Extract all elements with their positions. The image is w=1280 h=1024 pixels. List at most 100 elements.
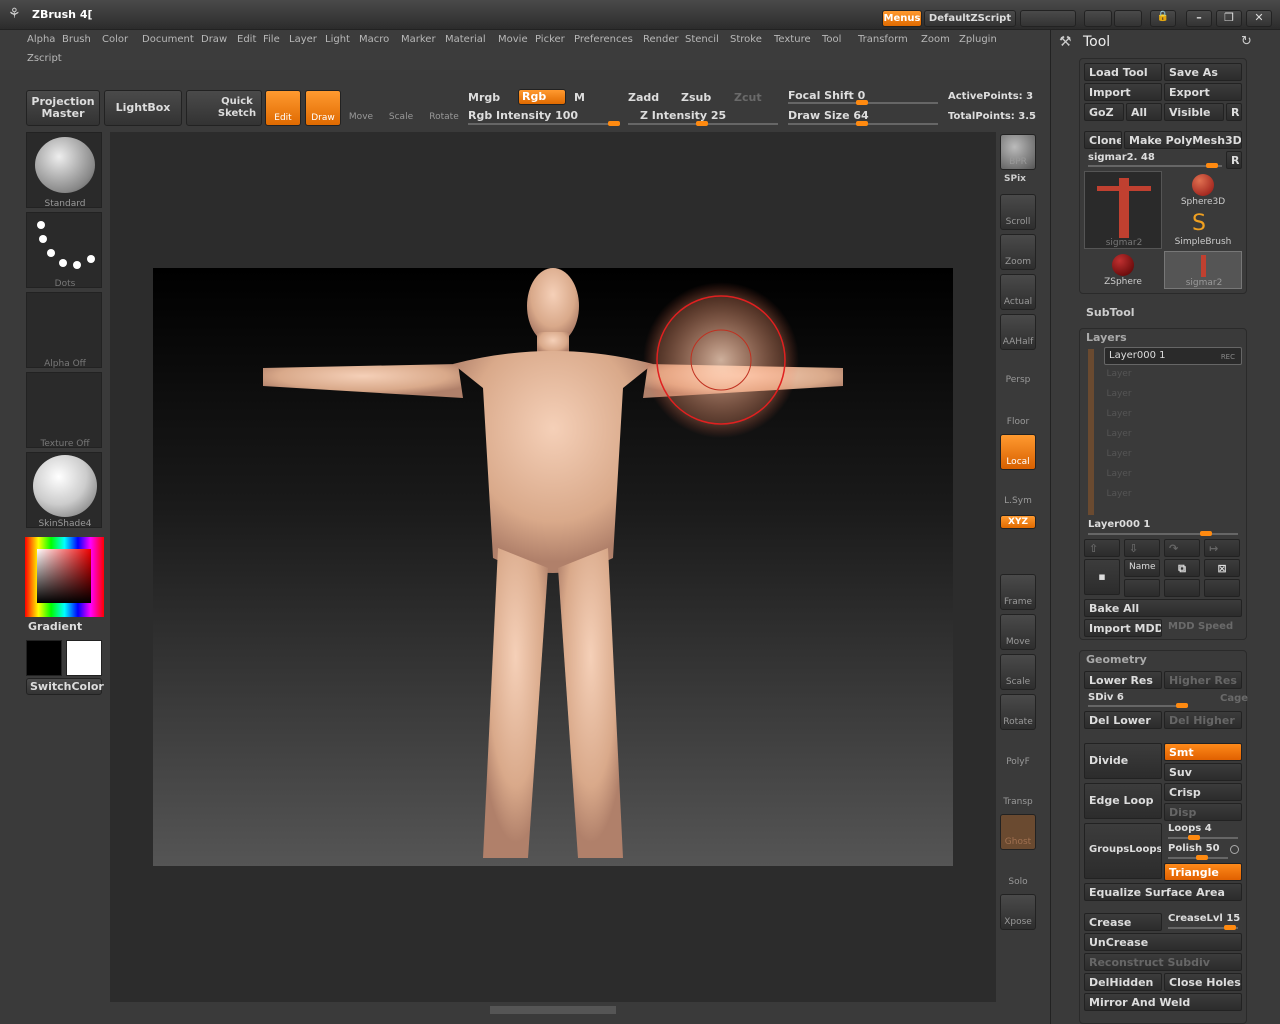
focal-shift-slider[interactable]: Focal Shift 0 bbox=[788, 89, 865, 102]
frame-button[interactable]: Frame bbox=[1000, 574, 1036, 610]
menu-stroke[interactable]: Stroke bbox=[727, 33, 765, 46]
z-intensity-knob[interactable] bbox=[696, 121, 708, 126]
zoom-button[interactable]: Zoom bbox=[1000, 234, 1036, 270]
tool-thumb-sphere3d[interactable]: Sphere3D bbox=[1164, 171, 1242, 209]
move-view-button[interactable]: Move bbox=[1000, 614, 1036, 650]
menu-stencil[interactable]: Stencil bbox=[682, 33, 722, 46]
clone-button[interactable]: Clone bbox=[1084, 131, 1122, 149]
del-lower-button[interactable]: Del Lower bbox=[1084, 711, 1162, 729]
menu-zscript[interactable]: Zscript bbox=[24, 52, 65, 65]
scale-view-button[interactable]: Scale bbox=[1000, 654, 1036, 690]
layer-up-button[interactable]: ⇧ bbox=[1084, 539, 1120, 557]
menu-zoom[interactable]: Zoom bbox=[918, 33, 953, 46]
brush-selector[interactable]: Standard bbox=[26, 132, 102, 209]
scale-button[interactable]: Scale bbox=[386, 94, 416, 126]
viewport[interactable] bbox=[153, 268, 953, 866]
polish-slider[interactable]: Polish 50 bbox=[1168, 843, 1220, 854]
menu-transform[interactable]: Transform bbox=[855, 33, 911, 46]
draw-size-slider[interactable]: Draw Size 64 bbox=[788, 109, 869, 122]
xyz-button[interactable]: XYZ bbox=[1000, 515, 1036, 529]
export-button[interactable]: Export bbox=[1164, 83, 1242, 101]
lock-icon[interactable]: 🔒 bbox=[1150, 10, 1176, 27]
sigmar-track[interactable] bbox=[1088, 163, 1222, 168]
del-higher-button[interactable]: Del Higher bbox=[1164, 711, 1242, 729]
higher-res-button[interactable]: Higher Res bbox=[1164, 671, 1242, 689]
geometry-header[interactable]: Geometry bbox=[1086, 653, 1147, 666]
layer-slot-1[interactable]: Layer bbox=[1104, 369, 1134, 379]
lightbox-button[interactable]: LightBox bbox=[104, 90, 182, 126]
rgb-intensity-knob[interactable] bbox=[608, 121, 620, 126]
layer-slot-3[interactable]: Layer bbox=[1104, 409, 1134, 419]
spix-slider[interactable]: SPix bbox=[1000, 174, 1030, 184]
visible-button[interactable]: Visible bbox=[1164, 103, 1224, 121]
menu-material[interactable]: Material bbox=[442, 33, 489, 46]
layer-copy-button[interactable]: ⧉ bbox=[1164, 559, 1200, 577]
crisp-toggle[interactable]: Crisp bbox=[1164, 783, 1242, 801]
zcut-toggle[interactable]: Zcut bbox=[734, 91, 762, 104]
layout-icon[interactable] bbox=[1084, 10, 1112, 27]
uncrease-button[interactable]: UnCrease bbox=[1084, 933, 1242, 951]
aahalf-button[interactable]: AAHalf bbox=[1000, 314, 1036, 350]
suv-toggle[interactable]: Suv bbox=[1164, 763, 1242, 781]
material-selector[interactable]: SkinShade4 bbox=[26, 452, 102, 529]
menu-light[interactable]: Light bbox=[322, 33, 353, 46]
delhidden-button[interactable]: DelHidden bbox=[1084, 973, 1162, 991]
draw-button[interactable]: Draw bbox=[305, 90, 341, 126]
menu-macro[interactable]: Macro bbox=[356, 33, 392, 46]
menu-render[interactable]: Render bbox=[640, 33, 682, 46]
sigmar-slider[interactable]: sigmar2. 48 bbox=[1088, 152, 1155, 163]
bake-all-button[interactable]: Bake All bbox=[1084, 599, 1242, 617]
save-as-button[interactable]: Save As bbox=[1164, 63, 1242, 81]
equalize-surface-area-button[interactable]: Equalize Surface Area bbox=[1084, 883, 1242, 901]
layer-split-button[interactable]: ↦ bbox=[1204, 539, 1240, 557]
layer-slot-2[interactable]: Layer bbox=[1104, 389, 1134, 399]
layer-merge-button[interactable] bbox=[1164, 579, 1200, 597]
cage-button[interactable]: Cage bbox=[1220, 693, 1248, 704]
edit-button[interactable]: Edit bbox=[265, 90, 301, 126]
menus-button[interactable]: Menus bbox=[882, 10, 922, 27]
alpha-selector[interactable]: Alpha Off bbox=[26, 292, 102, 369]
default-zscript-button[interactable]: DefaultZScript bbox=[924, 10, 1016, 27]
draw-size-knob[interactable] bbox=[856, 121, 868, 126]
solo-button[interactable]: Solo bbox=[1000, 854, 1036, 890]
creaselvl-knob[interactable] bbox=[1224, 925, 1236, 930]
floor-button[interactable]: Floor bbox=[1000, 394, 1036, 430]
menu-color[interactable]: Color bbox=[99, 33, 131, 46]
projection-master-button[interactable]: Projection Master bbox=[26, 90, 100, 126]
persp-button[interactable]: Persp bbox=[1000, 354, 1036, 390]
all-button[interactable]: All bbox=[1126, 103, 1162, 121]
stroke-selector[interactable]: Dots bbox=[26, 212, 102, 289]
layer-insert-button[interactable] bbox=[1124, 579, 1160, 597]
ghost-button[interactable]: Ghost bbox=[1000, 814, 1036, 850]
layer-slot-7[interactable]: Layer bbox=[1104, 489, 1134, 499]
bpr-button[interactable]: BPR bbox=[1000, 134, 1036, 170]
polyf-button[interactable]: PolyF bbox=[1000, 734, 1036, 770]
disp-slider[interactable]: Disp bbox=[1164, 803, 1242, 821]
polish-track[interactable] bbox=[1168, 855, 1228, 860]
polish-toggle-icon[interactable] bbox=[1230, 845, 1239, 854]
sdiv-track[interactable] bbox=[1088, 703, 1188, 708]
layer-name-button[interactable]: Name bbox=[1124, 559, 1160, 577]
loops-slider[interactable]: Loops 4 bbox=[1168, 823, 1212, 834]
reconstruct-subdiv-button[interactable]: Reconstruct Subdiv bbox=[1084, 953, 1242, 971]
layers-header[interactable]: Layers bbox=[1086, 331, 1127, 344]
tool-thumb-sigmar2-small[interactable]: sigmar2 bbox=[1164, 251, 1242, 289]
polish-knob[interactable] bbox=[1196, 855, 1208, 860]
focal-shift-track[interactable] bbox=[788, 100, 938, 105]
lsym-button[interactable]: L.Sym bbox=[1000, 496, 1036, 506]
new-layer-button[interactable]: ▪ bbox=[1084, 559, 1120, 595]
creaselvl-slider[interactable]: CreaseLvl 15 bbox=[1168, 913, 1240, 924]
canvas-scroll-handle[interactable] bbox=[490, 1006, 616, 1014]
color-square[interactable] bbox=[37, 549, 91, 603]
rotate-view-button[interactable]: Rotate bbox=[1000, 694, 1036, 730]
menu-document[interactable]: Document bbox=[139, 33, 197, 46]
layer-down-button[interactable]: ⇩ bbox=[1124, 539, 1160, 557]
layer-intensity-knob[interactable] bbox=[1200, 531, 1212, 536]
zsub-toggle[interactable]: Zsub bbox=[681, 91, 711, 104]
mirror-and-weld-button[interactable]: Mirror And Weld bbox=[1084, 993, 1242, 1011]
zadd-toggle[interactable]: Zadd bbox=[628, 91, 659, 104]
subtool-header[interactable]: SubTool bbox=[1086, 306, 1135, 319]
load-tool-button[interactable]: Load Tool bbox=[1084, 63, 1162, 81]
sdiv-slider[interactable]: SDiv 6 bbox=[1088, 692, 1124, 703]
layer-slot-4[interactable]: Layer bbox=[1104, 429, 1134, 439]
